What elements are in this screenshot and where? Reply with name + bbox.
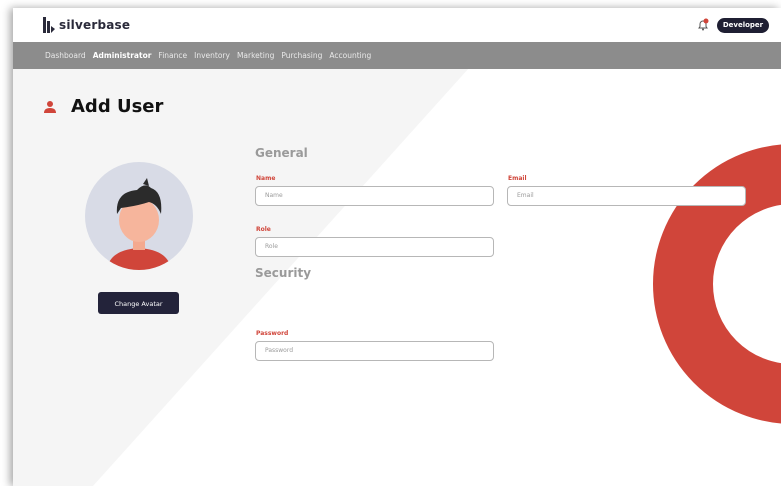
- nav-item-accounting[interactable]: Accounting: [329, 51, 371, 60]
- avatar: [85, 162, 193, 270]
- nav-item-marketing[interactable]: Marketing: [237, 51, 274, 60]
- role-label: Role: [256, 226, 271, 233]
- notification-bell-icon[interactable]: [696, 18, 710, 32]
- page-header: Add User: [43, 96, 163, 117]
- app-window: silverbase Developer Dashboard Administr…: [13, 8, 781, 486]
- nav-item-purchasing[interactable]: Purchasing: [281, 51, 322, 60]
- page-title: Add User: [71, 96, 164, 117]
- change-avatar-button[interactable]: Change Avatar: [98, 292, 179, 314]
- security-heading: Security: [255, 266, 312, 280]
- avatar-illustration: [107, 178, 171, 270]
- top-bar: silverbase Developer: [13, 8, 781, 42]
- nav-item-finance[interactable]: Finance: [158, 51, 187, 60]
- brand-logo[interactable]: silverbase: [43, 17, 130, 33]
- nav-item-inventory[interactable]: Inventory: [194, 51, 230, 60]
- email-label: Email: [508, 175, 527, 182]
- password-label: Password: [256, 330, 289, 337]
- role-input[interactable]: Role: [255, 237, 494, 257]
- brand-name: silverbase: [59, 18, 131, 32]
- user-menu-button[interactable]: Developer: [717, 18, 769, 33]
- nav-item-dashboard[interactable]: Dashboard: [45, 51, 86, 60]
- user-icon: [44, 100, 56, 113]
- name-input[interactable]: Name: [255, 186, 494, 206]
- main-nav: Dashboard Administrator Finance Inventor…: [13, 42, 781, 69]
- password-input[interactable]: Password: [255, 341, 494, 361]
- email-input[interactable]: Email: [507, 186, 746, 206]
- general-heading: General: [255, 146, 308, 160]
- nav-item-administrator[interactable]: Administrator: [93, 51, 152, 60]
- logo-icon: [43, 17, 55, 33]
- name-label: Name: [256, 175, 276, 182]
